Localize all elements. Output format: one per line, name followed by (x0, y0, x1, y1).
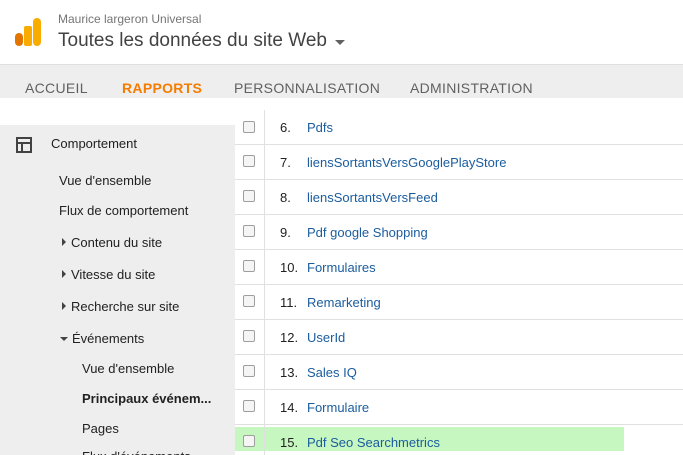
row-number: 13. (280, 365, 299, 380)
property-selector[interactable]: Toutes les données du site Web (58, 30, 345, 52)
row-number: 9. (280, 225, 291, 240)
event-link[interactable]: Pdf google Shopping (307, 225, 428, 240)
sidebar-item-principaux-evenements[interactable]: Principaux événem... (82, 391, 211, 406)
event-link[interactable]: Formulaires (307, 260, 376, 275)
account-name: Maurice largeron Universal (58, 12, 202, 26)
row-checkbox[interactable] (243, 225, 255, 237)
event-link[interactable]: liensSortantsVersGooglePlayStore (307, 155, 506, 170)
row-checkbox[interactable] (243, 295, 255, 307)
sidebar-item-label: Contenu du site (71, 235, 163, 250)
event-link[interactable]: Pdf Seo Searchmetrics (307, 435, 440, 450)
chevron-down-icon (60, 337, 68, 341)
table-row: 11. Remarketing (235, 285, 683, 320)
event-link[interactable]: Sales IQ (307, 365, 357, 380)
event-link[interactable]: Remarketing (307, 295, 381, 310)
table-row: 8. liensSortantsVersFeed (235, 180, 683, 215)
table-row-highlighted: 15. Pdf Seo Searchmetrics (235, 425, 683, 455)
row-number: 10. (280, 260, 299, 275)
row-number: 8. (280, 190, 291, 205)
sidebar-item-label: Recherche sur site (71, 299, 180, 314)
row-checkbox[interactable] (243, 400, 255, 412)
row-checkbox[interactable] (243, 260, 255, 272)
table-row: 7. liensSortantsVersGooglePlayStore (235, 145, 683, 180)
sidebar-item-evenements-vue-ensemble[interactable]: Vue d'ensemble (82, 361, 174, 376)
sidebar-item-label: Événements (72, 331, 145, 346)
row-number: 14. (280, 400, 299, 415)
sidebar-item-vue-ensemble[interactable]: Vue d'ensemble (59, 173, 151, 188)
event-link[interactable]: liensSortantsVersFeed (307, 190, 438, 205)
chevron-down-icon[interactable] (335, 39, 345, 45)
property-name[interactable]: Toutes les données du site Web (58, 30, 327, 52)
row-checkbox[interactable] (243, 365, 255, 377)
column-divider (264, 110, 265, 455)
tab-accueil[interactable]: ACCUEIL (25, 80, 88, 96)
behavior-icon (16, 137, 32, 153)
chevron-right-icon (62, 302, 66, 310)
table-row: 6. Pdfs (235, 110, 683, 145)
tab-rapports[interactable]: RAPPORTS (122, 80, 202, 96)
event-link[interactable]: Formulaire (307, 400, 369, 415)
event-link[interactable]: Pdfs (307, 120, 333, 135)
events-table: 6. Pdfs 7. liensSortantsVersGooglePlaySt… (235, 110, 683, 455)
sidebar-item-recherche-site[interactable]: Recherche sur site (62, 299, 179, 314)
sidebar-item-flux-comportement[interactable]: Flux de comportement (59, 203, 188, 218)
row-checkbox[interactable] (243, 330, 255, 342)
row-number: 7. (280, 155, 291, 170)
table-top-mask (235, 100, 683, 110)
row-number: 6. (280, 120, 291, 135)
table-row: 13. Sales IQ (235, 355, 683, 390)
sidebar-item-flux-evenements[interactable]: Flux d'événements (82, 449, 191, 455)
table-row: 9. Pdf google Shopping (235, 215, 683, 250)
chevron-right-icon (62, 270, 66, 278)
table-row: 14. Formulaire (235, 390, 683, 425)
tab-administration[interactable]: ADMINISTRATION (410, 80, 533, 96)
sidebar-item-label: Vitesse du site (71, 267, 156, 282)
sidebar-item-pages[interactable]: Pages (82, 421, 119, 436)
sidebar-item-contenu-site[interactable]: Contenu du site (62, 235, 162, 250)
row-checkbox[interactable] (243, 121, 255, 133)
row-checkbox[interactable] (243, 190, 255, 202)
table-row: 10. Formulaires (235, 250, 683, 285)
event-link[interactable]: UserId (307, 330, 345, 345)
row-checkbox[interactable] (243, 155, 255, 167)
table-row: 12. UserId (235, 320, 683, 355)
sidebar-item-evenements[interactable]: Événements (60, 331, 144, 346)
chevron-right-icon (62, 238, 66, 246)
sidebar-section-comportement[interactable]: Comportement (51, 136, 137, 151)
tab-personnalisation[interactable]: PERSONNALISATION (234, 80, 380, 96)
row-number: 11. (280, 295, 298, 310)
sidebar-item-vitesse-site[interactable]: Vitesse du site (62, 267, 155, 282)
app-header: Maurice largeron Universal Toutes les do… (0, 0, 683, 64)
row-checkbox[interactable] (243, 435, 255, 447)
row-number: 12. (280, 330, 299, 345)
row-number: 15. (280, 435, 299, 450)
google-analytics-logo-icon[interactable] (15, 18, 41, 46)
